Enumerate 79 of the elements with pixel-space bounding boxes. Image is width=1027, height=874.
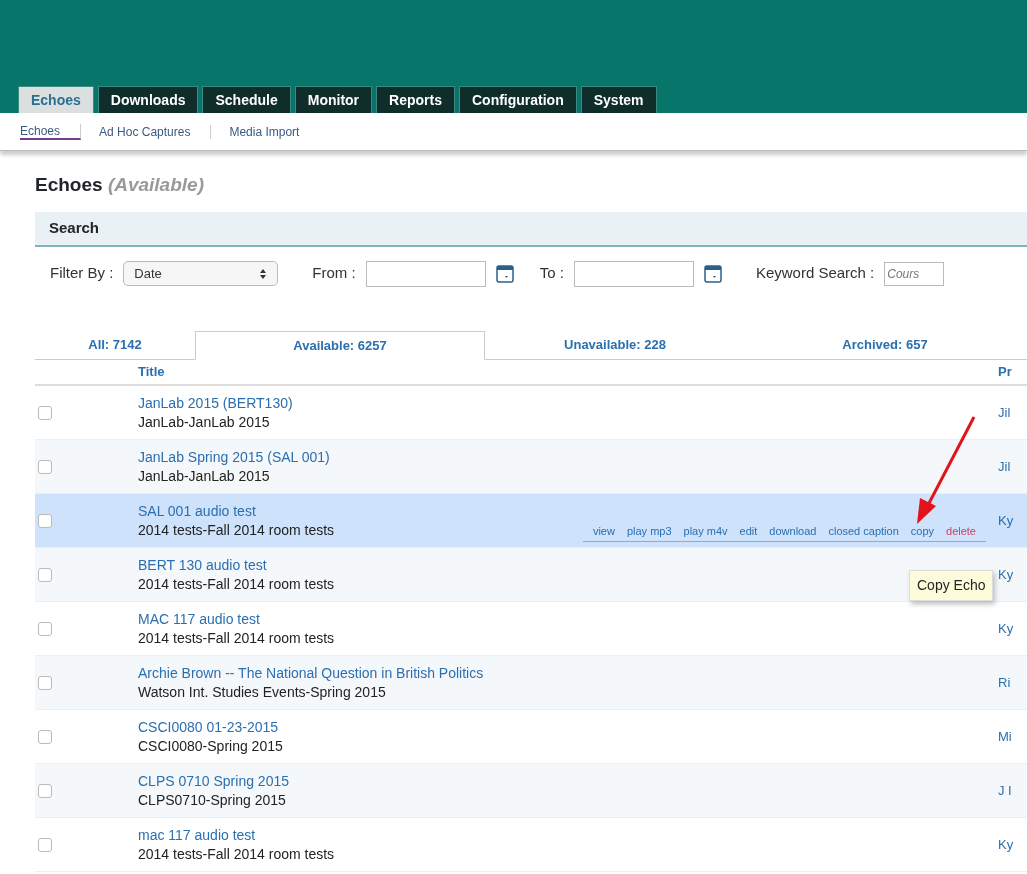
subtitle: 2014 tests-Fall 2014 room tests: [138, 520, 335, 540]
calendar-icon[interactable]: [703, 264, 722, 283]
sub-tab[interactable]: Media Import: [229, 124, 320, 139]
column-header: Title: [138, 363, 166, 382]
table-row[interactable]: SAL 001 audio test 2014 tests-Fall 2014 room tests view play mp3 play m4v edit download closed caption copy delete Ky: [35, 494, 1027, 548]
title-link[interactable]: CSCI0080 01-23-2015: [138, 717, 279, 737]
nav-tab[interactable]: Configuration: [458, 86, 577, 113]
status-tab[interactable]: All: 7142: [35, 330, 195, 359]
table-cell-text: Ky: [998, 835, 1015, 854]
action-link[interactable]: copy: [910, 523, 934, 540]
sub-tab[interactable]: Ad Hoc Captures: [99, 124, 212, 139]
calendar-icon[interactable]: [495, 264, 514, 283]
title-link[interactable]: SAL 001 audio test: [138, 501, 256, 521]
title-link[interactable]: Archie Brown -- The National Question in British Politics: [138, 663, 484, 683]
subtitle: 2014 tests-Fall 2014 room tests: [138, 574, 335, 594]
checkbox[interactable]: [38, 621, 52, 636]
subtitle: 2014 tests-Fall 2014 room tests: [138, 844, 335, 864]
subtitle: 2014 tests-Fall 2014 room tests: [138, 628, 335, 648]
table-cell-text: Mi: [998, 727, 1013, 746]
checkbox[interactable]: [38, 783, 52, 798]
action-link[interactable]: delete: [946, 523, 976, 540]
table-row[interactable]: JanLab Spring 2015 (SAL 001) JanLab-JanLab 2015 Jil: [35, 440, 1027, 494]
tooltip: Copy Echo: [909, 570, 994, 601]
table-row[interactable]: mac 117 audio test 2014 tests-Fall 2014 room tests Ky: [35, 818, 1027, 872]
table-cell-text: Ri: [998, 673, 1012, 692]
filter-dropdown[interactable]: Date: [123, 260, 279, 287]
checkbox[interactable]: [38, 513, 52, 528]
up-down-arrows-icon[interactable]: [259, 268, 268, 281]
keyword-field[interactable]: Cours: [884, 261, 945, 286]
date-field[interactable]: [365, 260, 486, 287]
search-heading: Search: [35, 212, 1027, 247]
status-tab[interactable]: Available: 6257: [195, 330, 485, 360]
page-title: Echoes (Available): [35, 173, 205, 197]
subtitle: CSCI0080-Spring 2015: [138, 736, 283, 756]
keyword-label: Keyword Search :: [755, 263, 875, 284]
sub-tab[interactable]: Echoes: [20, 123, 82, 140]
subtitle: JanLab-JanLab 2015: [138, 466, 270, 486]
from-label: From :: [312, 263, 356, 284]
subtitle: CLPS0710-Spring 2015: [138, 790, 286, 810]
table-cell-text: J I: [998, 781, 1013, 800]
title-link[interactable]: BERT 130 audio test: [138, 555, 267, 575]
table-cell-text: Ky: [998, 565, 1015, 584]
title-link[interactable]: JanLab Spring 2015 (SAL 001): [138, 447, 330, 467]
nav-tab[interactable]: System: [580, 86, 657, 113]
checkbox[interactable]: [38, 729, 52, 744]
to-label: To :: [539, 263, 564, 284]
column-header: Pr: [998, 363, 1013, 382]
checkbox[interactable]: [38, 675, 52, 690]
action-link[interactable]: play m4v: [683, 523, 728, 540]
status-tab[interactable]: Archived: 657: [805, 330, 965, 359]
status-tab[interactable]: Unavailable: 228: [485, 330, 745, 359]
action-link[interactable]: download: [769, 523, 817, 540]
nav-tab[interactable]: Schedule: [202, 86, 291, 113]
nav-tab[interactable]: Downloads: [97, 86, 199, 113]
subtitle: Watson Int. Studies Events-Spring 2015: [138, 682, 386, 702]
nav-tab[interactable]: Echoes: [18, 86, 94, 113]
table-cell-text: Ky: [998, 511, 1015, 530]
table-cell-text: Ky: [998, 619, 1015, 638]
checkbox[interactable]: [38, 567, 52, 582]
nav-tab[interactable]: Monitor: [294, 86, 373, 113]
nav-tab[interactable]: Reports: [376, 86, 455, 113]
action-link[interactable]: closed caption: [828, 523, 899, 540]
table-row[interactable]: Archie Brown -- The National Question in British Politics Watson Int. Studies Events-Spring 2015 Ri: [35, 656, 1027, 710]
title-link[interactable]: JanLab 2015 (BERT130): [138, 393, 293, 413]
action-link[interactable]: edit: [739, 523, 758, 540]
checkbox[interactable]: [38, 837, 52, 852]
action-link[interactable]: play mp3: [626, 523, 672, 540]
checkbox[interactable]: [38, 459, 52, 474]
subtitle: JanLab-JanLab 2015: [138, 412, 270, 432]
table-cell-text: Jil: [998, 403, 1012, 422]
table-row[interactable]: CLPS 0710 Spring 2015 CLPS0710-Spring 2015 J I: [35, 764, 1027, 818]
date-field[interactable]: [573, 260, 694, 287]
title-link[interactable]: mac 117 audio test: [138, 825, 256, 845]
action-link[interactable]: view: [592, 523, 615, 540]
title-link[interactable]: CLPS 0710 Spring 2015: [138, 771, 289, 791]
checkbox[interactable]: [38, 405, 52, 420]
filter-label: Filter By :: [50, 263, 114, 284]
table-cell-text: Jil: [998, 457, 1012, 476]
title-link[interactable]: MAC 117 audio test: [138, 609, 260, 629]
